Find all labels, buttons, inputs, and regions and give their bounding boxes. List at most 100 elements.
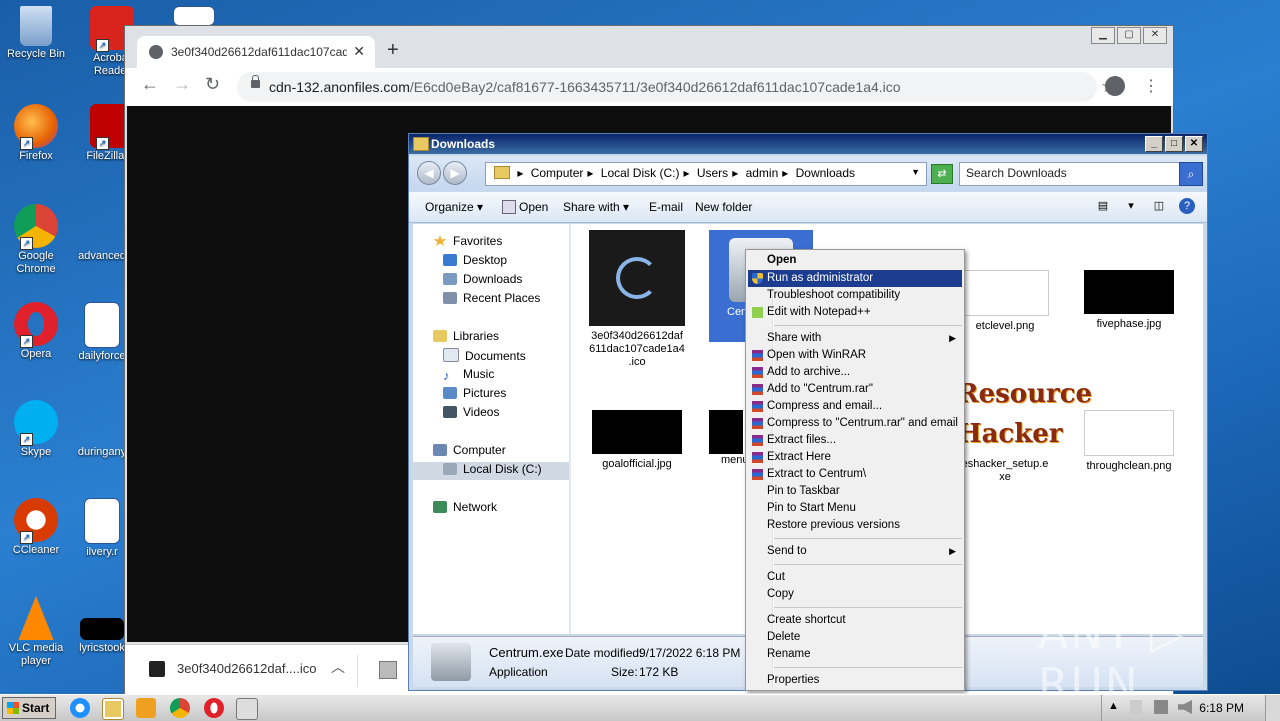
menu-item-cut[interactable]: Cut (748, 569, 962, 586)
preview-pane-icon[interactable]: ◫ (1151, 198, 1167, 214)
desktop-icon-skype[interactable]: ↗ Skype (0, 400, 72, 459)
app-icon[interactable] (379, 661, 397, 679)
nav-libraries[interactable]: Libraries (433, 329, 499, 347)
menu-item-extract-files[interactable]: Extract files... (748, 432, 962, 449)
nav-local-disk[interactable]: Local Disk (C:) (413, 462, 569, 480)
media-player-icon[interactable] (136, 698, 156, 718)
nav-network[interactable]: Network (433, 500, 497, 518)
desktop-icon-vlc[interactable]: VLC media player (0, 596, 72, 668)
download-item-name[interactable]: 3e0f340d26612daf....ico (177, 661, 317, 676)
flag-icon[interactable] (1130, 700, 1142, 714)
menu-item-add-archive[interactable]: Add to archive... (748, 364, 962, 381)
notepad-icon[interactable] (236, 698, 258, 720)
organize-button[interactable]: Organize ▾ (425, 200, 483, 214)
menu-item-run-as-admin[interactable]: Run as administrator (748, 270, 962, 287)
menu-item-delete[interactable]: Delete (748, 629, 962, 646)
explorer-taskbar-icon[interactable] (102, 698, 124, 720)
address-bar[interactable]: ▸ Computer ▸ Local Disk (C:) ▸ Users ▸ admi… (485, 162, 927, 186)
nav-computer[interactable]: Computer (433, 443, 506, 461)
nav-pictures[interactable]: Pictures (443, 386, 506, 404)
breadcrumb-downloads[interactable]: Downloads (796, 166, 855, 180)
chevron-up-icon[interactable]: ︿ (331, 657, 345, 677)
menu-item-share-with[interactable]: Share with ▶ (748, 330, 962, 347)
menu-item-pin-taskbar[interactable]: Pin to Taskbar (748, 483, 962, 500)
search-input[interactable] (966, 166, 1166, 180)
network-tray-icon[interactable] (1154, 700, 1168, 714)
nav-favorites[interactable]: Favorites (433, 234, 502, 252)
menu-item-extract-to-centrum[interactable]: Extract to Centrum\ (748, 466, 962, 483)
menu-dots-icon[interactable]: ⋮ (1143, 76, 1159, 96)
file-item[interactable]: etclevel.png (957, 270, 1053, 333)
account-icon[interactable] (1105, 76, 1125, 96)
view-mode-icon[interactable]: ▤ (1095, 198, 1111, 214)
nav-desktop[interactable]: Desktop (443, 253, 507, 271)
nav-downloads[interactable]: Downloads (443, 272, 522, 290)
address-bar[interactable]: cdn-132.anonfiles.com/E6cd0eBay2/caf8167… (237, 72, 1117, 102)
menu-item-send-to[interactable]: Send to ▶ (748, 543, 962, 560)
desktop-icon-chrome[interactable]: ↗ Google Chrome (0, 204, 72, 276)
menu-item-pin-start[interactable]: Pin to Start Menu (748, 500, 962, 517)
file-item[interactable]: goalofficial.jpg (585, 410, 689, 471)
desktop-icon-firefox[interactable]: ↗ Firefox (0, 104, 72, 163)
back-arrow-icon[interactable]: ← (141, 74, 159, 95)
desktop-icon-recycle-bin[interactable]: Recycle Bin (0, 6, 72, 61)
menu-item-open-winrar[interactable]: Open with WinRAR (748, 347, 962, 364)
menu-item-rename[interactable]: Rename (748, 646, 962, 663)
nav-documents[interactable]: Documents (443, 348, 526, 366)
nav-recent-places[interactable]: Recent Places (443, 291, 540, 309)
show-desktop-button[interactable] (1265, 695, 1280, 721)
maximize-button[interactable]: ▢ (1117, 27, 1141, 44)
menu-item-compress-email[interactable]: Compress and email... (748, 398, 962, 415)
breadcrumb-local-disk[interactable]: Local Disk (C:) (601, 166, 680, 180)
menu-item-add-centrum-rar[interactable]: Add to "Centrum.rar" (748, 381, 962, 398)
email-button[interactable]: E-mail (649, 200, 683, 214)
file-item[interactable]: throughclean.png (1079, 410, 1179, 473)
reload-icon[interactable]: ↻ (205, 74, 220, 95)
share-with-button[interactable]: Share with ▾ (563, 200, 629, 214)
new-tab-button[interactable]: + (387, 39, 399, 62)
menu-item-open[interactable]: Open (748, 252, 962, 269)
forward-arrow-icon[interactable]: ▶ (443, 161, 467, 185)
file-item[interactable]: Resource Hacker eshacker_setup.e xe (957, 374, 1092, 484)
menu-item-troubleshoot[interactable]: Troubleshoot compatibility (748, 287, 962, 304)
file-item[interactable]: 3e0f340d26612daf 611dac107cade1a4 .ico (585, 230, 689, 369)
chevron-down-icon[interactable]: ▼ (911, 167, 920, 177)
maximize-button[interactable]: □ (1165, 136, 1183, 152)
menu-item-compress-centrum-email[interactable]: Compress to "Centrum.rar" and email (748, 415, 962, 432)
open-button[interactable]: Open (519, 200, 548, 214)
new-folder-button[interactable]: New folder (695, 200, 752, 214)
chevron-down-icon[interactable]: ▾ (1123, 198, 1139, 214)
desktop-icon-ccleaner[interactable]: ↗ CCleaner (0, 498, 72, 557)
menu-item-edit-notepadpp[interactable]: Edit with Notepad++ (748, 304, 962, 321)
menu-item-extract-here[interactable]: Extract Here (748, 449, 962, 466)
chrome-icon[interactable] (170, 698, 190, 718)
volume-icon[interactable] (1178, 700, 1192, 714)
forward-arrow-icon[interactable]: → (173, 74, 191, 95)
tray-arrow-icon[interactable]: ▲ (1108, 700, 1119, 712)
close-button[interactable]: ✕ (1143, 27, 1167, 44)
menu-item-properties[interactable]: Properties (748, 672, 962, 689)
menu-item-copy[interactable]: Copy (748, 586, 962, 603)
refresh-icon[interactable]: ⇄ (931, 164, 953, 184)
start-button[interactable]: Start (2, 697, 56, 719)
desktop-icon-opera[interactable]: ↗ Opera (0, 302, 72, 361)
file-item[interactable]: fivephase.jpg (1079, 270, 1179, 331)
minimize-button[interactable]: ▁ (1091, 27, 1115, 44)
browser-tab[interactable]: 3e0f340d26612daf611dac107cade1a4.ico ✕ (137, 36, 375, 68)
menu-item-create-shortcut[interactable]: Create shortcut (748, 612, 962, 629)
help-icon[interactable]: ? (1179, 198, 1195, 214)
menu-item-restore-versions[interactable]: Restore previous versions (748, 517, 962, 534)
internet-explorer-icon[interactable] (70, 698, 90, 718)
opera-icon[interactable] (204, 698, 224, 718)
back-arrow-icon[interactable]: ◀ (417, 161, 441, 185)
nav-music[interactable]: ♪ Music (443, 367, 494, 385)
nav-videos[interactable]: Videos (443, 405, 499, 423)
tab-close-icon[interactable]: ✕ (353, 43, 365, 60)
breadcrumb-computer[interactable]: Computer (531, 166, 584, 180)
breadcrumb-admin[interactable]: admin (746, 166, 779, 180)
minimize-button[interactable]: _ (1145, 136, 1163, 152)
search-icon[interactable]: ⌕ (1179, 162, 1203, 186)
clock[interactable]: 6:18 PM (1199, 701, 1244, 715)
close-button[interactable]: ✕ (1185, 136, 1203, 152)
breadcrumb-users[interactable]: Users (697, 166, 728, 180)
